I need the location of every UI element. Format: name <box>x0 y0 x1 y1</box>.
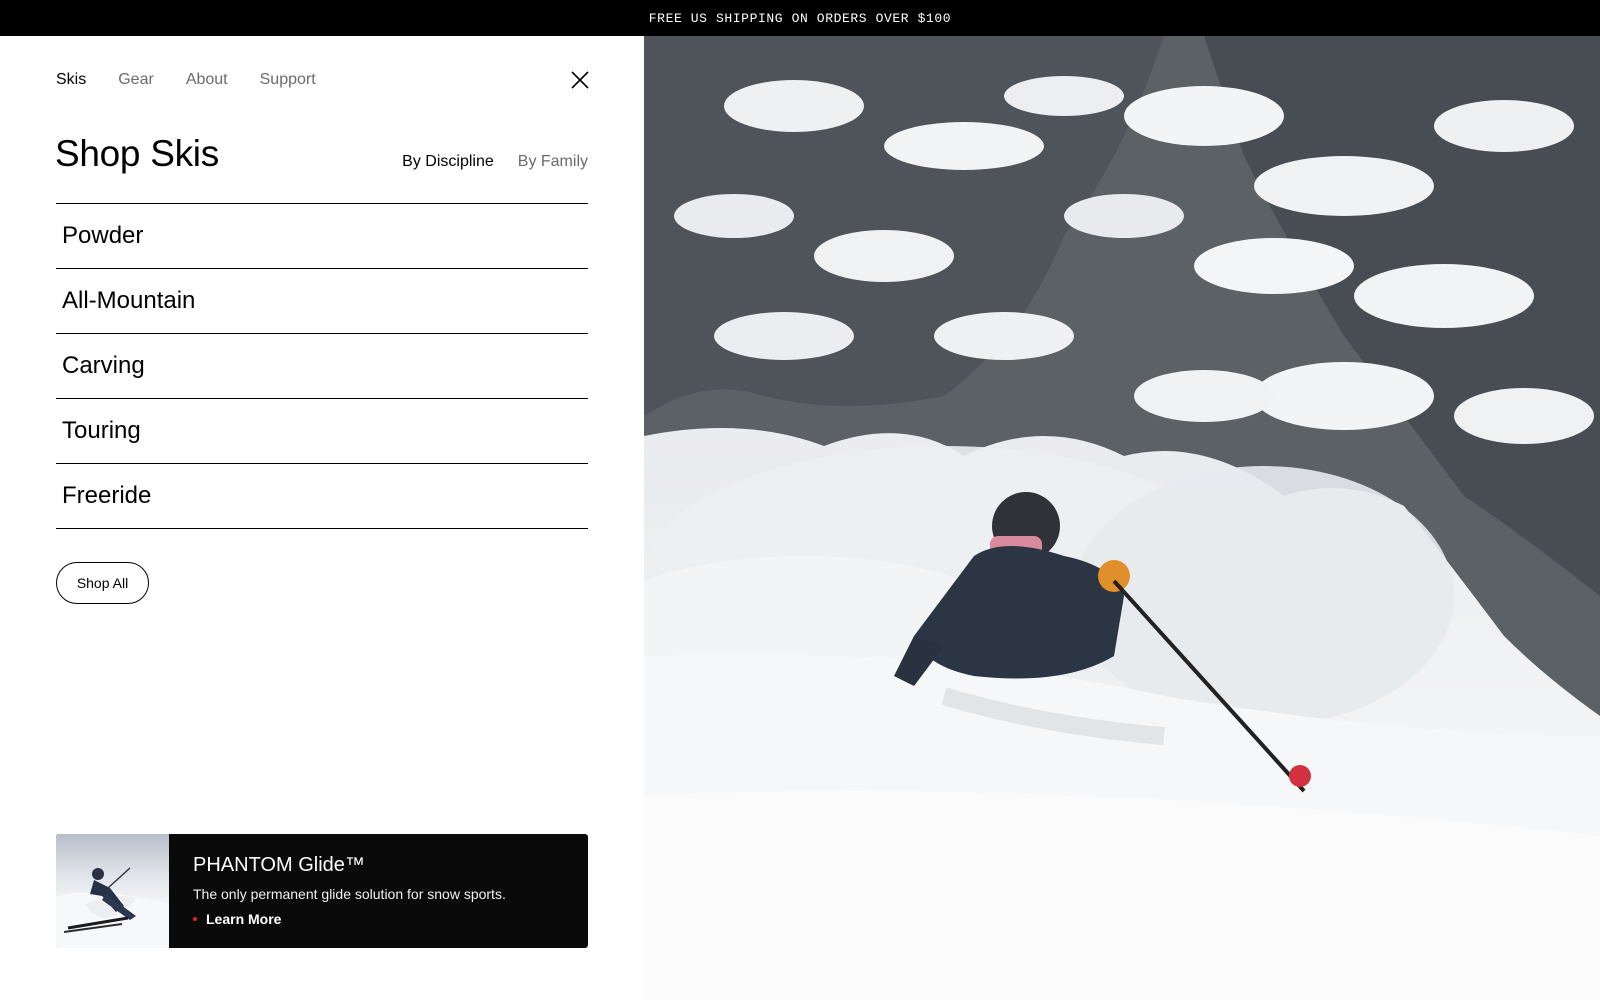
promo-title: PHANTOM Glide™ <box>193 854 365 876</box>
page-title: Shop Skis <box>55 133 219 174</box>
promo-card[interactable]: PHANTOM Glide™ The only permanent glide … <box>56 834 588 948</box>
shop-all-button[interactable]: Shop All <box>56 562 149 604</box>
promo-thumbnail <box>56 834 169 948</box>
category-list: Powder All-Mountain Carving Touring Free… <box>56 203 588 529</box>
tab-by-discipline[interactable]: By Discipline <box>402 152 494 172</box>
category-item-touring[interactable]: Touring <box>56 399 588 464</box>
filter-tabs: By Discipline By Family <box>402 152 588 172</box>
close-button[interactable] <box>568 68 592 92</box>
learn-more-label: Learn More <box>206 911 282 927</box>
category-item-all-mountain[interactable]: All-Mountain <box>56 269 588 334</box>
announcement-text: FREE US SHIPPING ON ORDERS OVER $100 <box>648 10 952 26</box>
nav-item-support[interactable]: Support <box>260 70 316 90</box>
promo-body: PHANTOM Glide™ The only permanent glide … <box>169 834 506 948</box>
close-icon <box>571 71 589 89</box>
nav-item-skis[interactable]: Skis <box>56 70 86 90</box>
nav-item-gear[interactable]: Gear <box>118 70 154 90</box>
bullet-dot-icon <box>193 917 197 921</box>
hero-image <box>644 36 1600 1000</box>
menu-panel: Skis Gear About Support Shop Skis By Dis… <box>0 36 644 1000</box>
promo-description: The only permanent glide solution for sn… <box>193 886 506 902</box>
main-nav: Skis Gear About Support <box>56 70 348 90</box>
learn-more-link[interactable]: Learn More <box>193 911 506 927</box>
skier-in-powder-image <box>644 36 1600 1000</box>
nav-item-about[interactable]: About <box>186 70 228 90</box>
tab-by-family[interactable]: By Family <box>518 152 588 172</box>
category-item-carving[interactable]: Carving <box>56 334 588 399</box>
announcement-bar: FREE US SHIPPING ON ORDERS OVER $100 <box>0 0 1600 36</box>
category-item-freeride[interactable]: Freeride <box>56 464 588 529</box>
category-item-powder[interactable]: Powder <box>56 204 588 269</box>
